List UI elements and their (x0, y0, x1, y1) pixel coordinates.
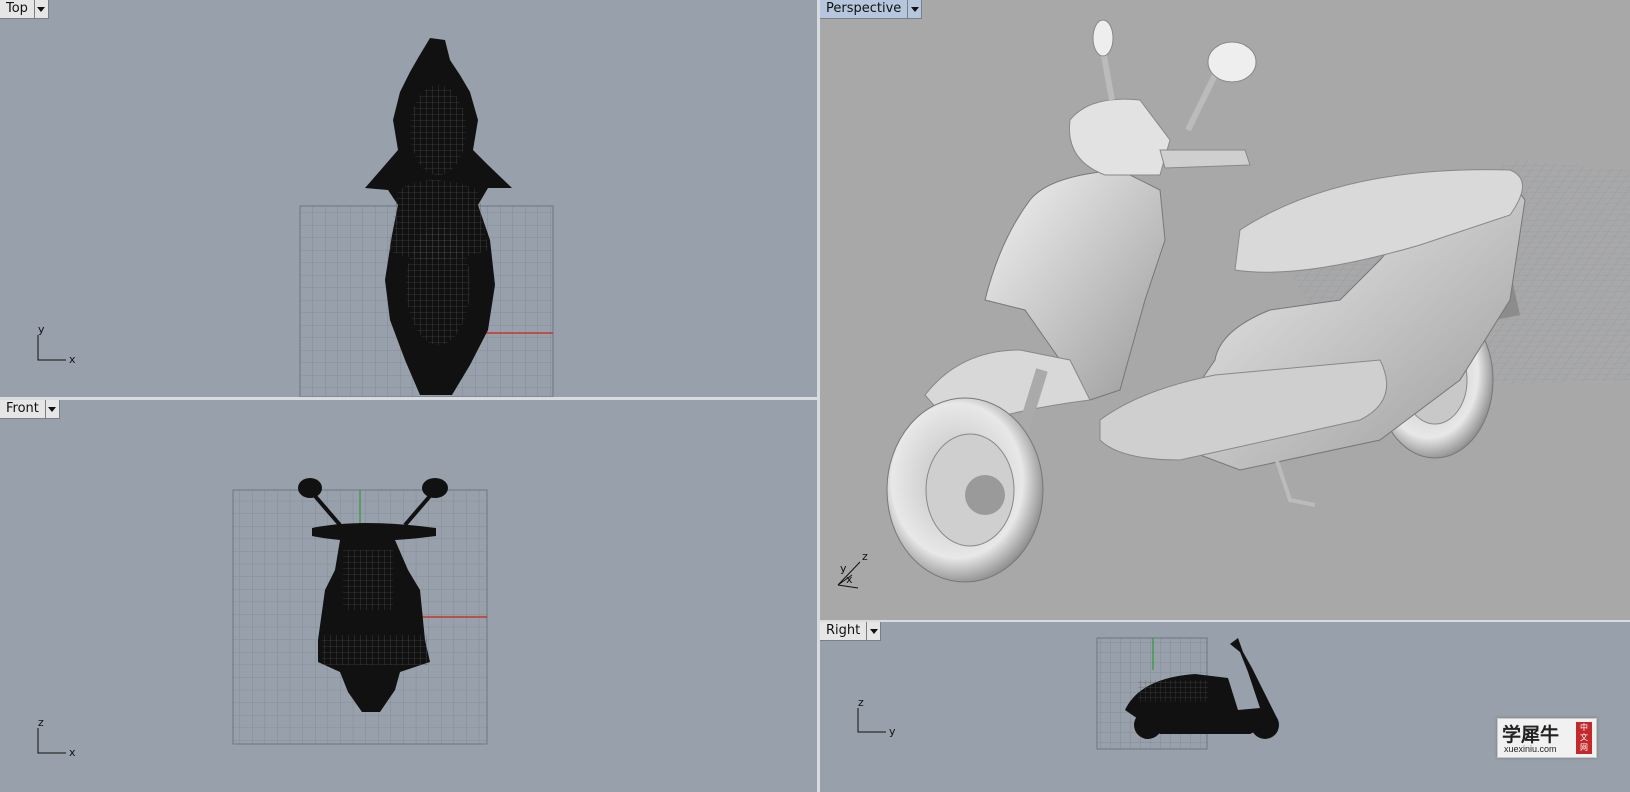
axis-indicator-top: y x (37, 323, 76, 366)
axis-indicator-front: z x (37, 716, 76, 759)
svg-text:z: z (862, 550, 868, 563)
tab-front-label: Front (6, 401, 39, 416)
watermark-seal: 中 文 网 (1576, 722, 1592, 754)
axis-indicator-perspective: z x y (837, 550, 868, 589)
svg-text:z: z (38, 716, 44, 729)
watermark-title: 学犀牛 (1502, 724, 1560, 746)
viewport-right[interactable]: z y Right (820, 622, 1630, 792)
viewport-top[interactable]: y x Top (0, 0, 817, 397)
svg-text:z: z (858, 696, 864, 709)
viewport-front[interactable]: z x Front (0, 400, 817, 792)
viewport-perspective[interactable]: z x y Perspective (820, 0, 1630, 620)
watermark-url: xuexiniu.com (1504, 744, 1557, 754)
watermark-logo: 学犀牛 xuexiniu.com 中 文 网 (1497, 718, 1597, 758)
svg-text:y: y (889, 725, 896, 738)
top-view-canvas: y x (37, 38, 554, 397)
right-view-canvas: z y (857, 637, 1279, 750)
tab-right[interactable]: Right (820, 622, 882, 641)
svg-text:x: x (69, 353, 76, 366)
tab-top[interactable]: Top (0, 0, 49, 19)
perspective-view-canvas: z x y (837, 19, 1630, 589)
tab-right-label: Right (826, 623, 861, 638)
tab-top-label: Top (6, 1, 28, 16)
scooter-shaded-model (886, 19, 1526, 583)
chevron-down-icon[interactable] (907, 0, 921, 18)
tab-perspective[interactable]: Perspective (820, 0, 923, 19)
svg-text:x: x (69, 746, 76, 759)
svg-text:y: y (840, 562, 847, 575)
tab-front[interactable]: Front (0, 400, 60, 419)
axis-indicator-right: z y (857, 696, 896, 738)
chevron-down-icon[interactable] (866, 622, 880, 640)
front-view-canvas: z x (37, 478, 488, 759)
chevron-down-icon[interactable] (44, 400, 59, 418)
svg-text:y: y (38, 323, 45, 336)
svg-text:x: x (846, 573, 853, 586)
tab-perspective-label: Perspective (826, 1, 902, 16)
chevron-down-icon[interactable] (33, 0, 48, 18)
